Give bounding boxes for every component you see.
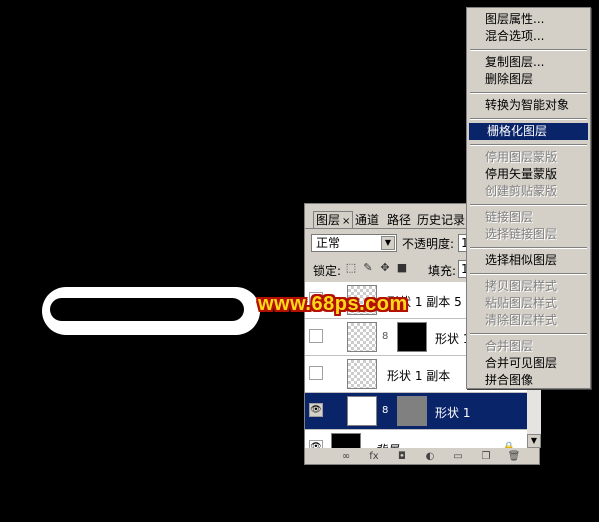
menu-item-convert-smart-object[interactable]: 转换为智能对象 — [467, 97, 590, 114]
blend-mode-select[interactable]: 正常 ▼ — [311, 234, 397, 252]
menu-item-blending-options[interactable]: 混合选项... — [467, 28, 590, 45]
visibility-toggle[interactable] — [309, 366, 323, 380]
menu-separator — [470, 144, 587, 146]
vector-mask-thumbnail — [397, 396, 427, 426]
trash-icon[interactable]: 🗑 — [507, 450, 521, 463]
opacity-label: 不透明度: — [402, 237, 455, 251]
vector-mask-thumbnail — [397, 322, 427, 352]
layer-thumbnail — [331, 433, 361, 448]
layer-thumbnail — [347, 396, 377, 426]
eye-icon[interactable]: 👁 — [309, 403, 323, 417]
layer-name: 形状 1 — [435, 406, 471, 420]
tab-channels[interactable]: 通道 — [355, 212, 379, 228]
lock-transparent-icon[interactable]: ⬚ — [345, 262, 357, 274]
menu-separator — [470, 204, 587, 206]
lock-brush-icon[interactable]: ✎ — [362, 262, 374, 274]
menu-separator — [470, 333, 587, 335]
menu-item-merge-layers[interactable]: 合并图层 — [467, 338, 590, 355]
menu-item-delete-layer[interactable]: 删除图层 — [467, 71, 590, 88]
folder-icon[interactable]: ▭ — [451, 450, 465, 463]
menu-item-merge-visible[interactable]: 合并可见图层 — [467, 355, 590, 372]
mask-icon[interactable]: ◘ — [395, 450, 409, 463]
menu-item-paste-layer-style[interactable]: 粘贴图层样式 — [467, 295, 590, 312]
tab-layers[interactable]: 图层 × — [313, 211, 354, 228]
visibility-toggle[interactable] — [309, 329, 323, 343]
watermark: www.68ps.com — [258, 293, 408, 315]
menu-item-create-clipping-mask[interactable]: 创建剪贴蒙版 — [467, 183, 590, 200]
menu-separator — [470, 118, 587, 120]
scroll-down-icon[interactable]: ▼ — [527, 434, 541, 448]
canvas-shape-inner — [50, 298, 244, 321]
tab-paths[interactable]: 路径 — [387, 212, 411, 228]
menu-item-disable-layer-mask[interactable]: 停用图层蒙版 — [467, 149, 590, 166]
lock-all-icon[interactable]: ■ — [396, 262, 408, 274]
layer-name: 形状 1 副本 — [387, 369, 451, 383]
lock-label: 锁定: — [313, 264, 342, 278]
link-icon[interactable]: ∞ — [339, 450, 353, 463]
menu-item-layer-properties[interactable]: 图层属性... — [467, 11, 590, 28]
close-icon[interactable]: × — [342, 216, 350, 227]
layer-context-menu: 图层属性... 混合选项... 复制图层... 删除图层 转换为智能对象 栅格化… — [466, 7, 591, 389]
tab-layers-label: 图层 — [316, 213, 341, 227]
menu-separator — [470, 247, 587, 249]
fx-icon[interactable]: fx — [367, 450, 381, 463]
menu-item-duplicate-layer[interactable]: 复制图层... — [467, 54, 590, 71]
panel-footer: ∞ fx ◘ ◐ ▭ ❐ 🗑 — [305, 448, 539, 465]
link-icon: 8 — [382, 331, 389, 342]
menu-separator — [470, 49, 587, 51]
new-layer-icon[interactable]: ❐ — [479, 450, 493, 463]
menu-item-link-layers[interactable]: 链接图层 — [467, 209, 590, 226]
layer-thumbnail — [347, 322, 377, 352]
tab-history[interactable]: 历史记录 — [417, 212, 465, 228]
menu-item-rasterize-layer[interactable]: 栅格化图层 — [469, 123, 588, 140]
menu-item-clear-layer-style[interactable]: 清除图层样式 — [467, 312, 590, 329]
menu-separator — [470, 273, 587, 275]
layer-row[interactable]: 👁 背景 🔒 — [305, 430, 527, 448]
layer-thumbnail — [347, 359, 377, 389]
link-icon: 8 — [382, 405, 389, 416]
menu-item-select-linked-layers[interactable]: 选择链接图层 — [467, 226, 590, 243]
blend-mode-value: 正常 — [316, 236, 341, 250]
eye-icon[interactable]: 👁 — [309, 440, 323, 448]
menu-separator — [470, 92, 587, 94]
menu-item-flatten-image[interactable]: 拼合图像 — [467, 372, 590, 389]
menu-item-copy-layer-style[interactable]: 拷贝图层样式 — [467, 278, 590, 295]
menu-item-disable-vector-mask[interactable]: 停用矢量蒙版 — [467, 166, 590, 183]
lock-move-icon[interactable]: ✥ — [379, 262, 391, 274]
chevron-down-icon: ▼ — [381, 236, 395, 250]
layer-row[interactable]: 👁 8 形状 1 — [305, 393, 527, 430]
layer-name: 背景 — [375, 441, 399, 448]
menu-item-select-similar-layers[interactable]: 选择相似图层 — [467, 252, 590, 269]
fill-label: 填充: — [428, 264, 457, 278]
adjustment-icon[interactable]: ◐ — [423, 450, 437, 463]
